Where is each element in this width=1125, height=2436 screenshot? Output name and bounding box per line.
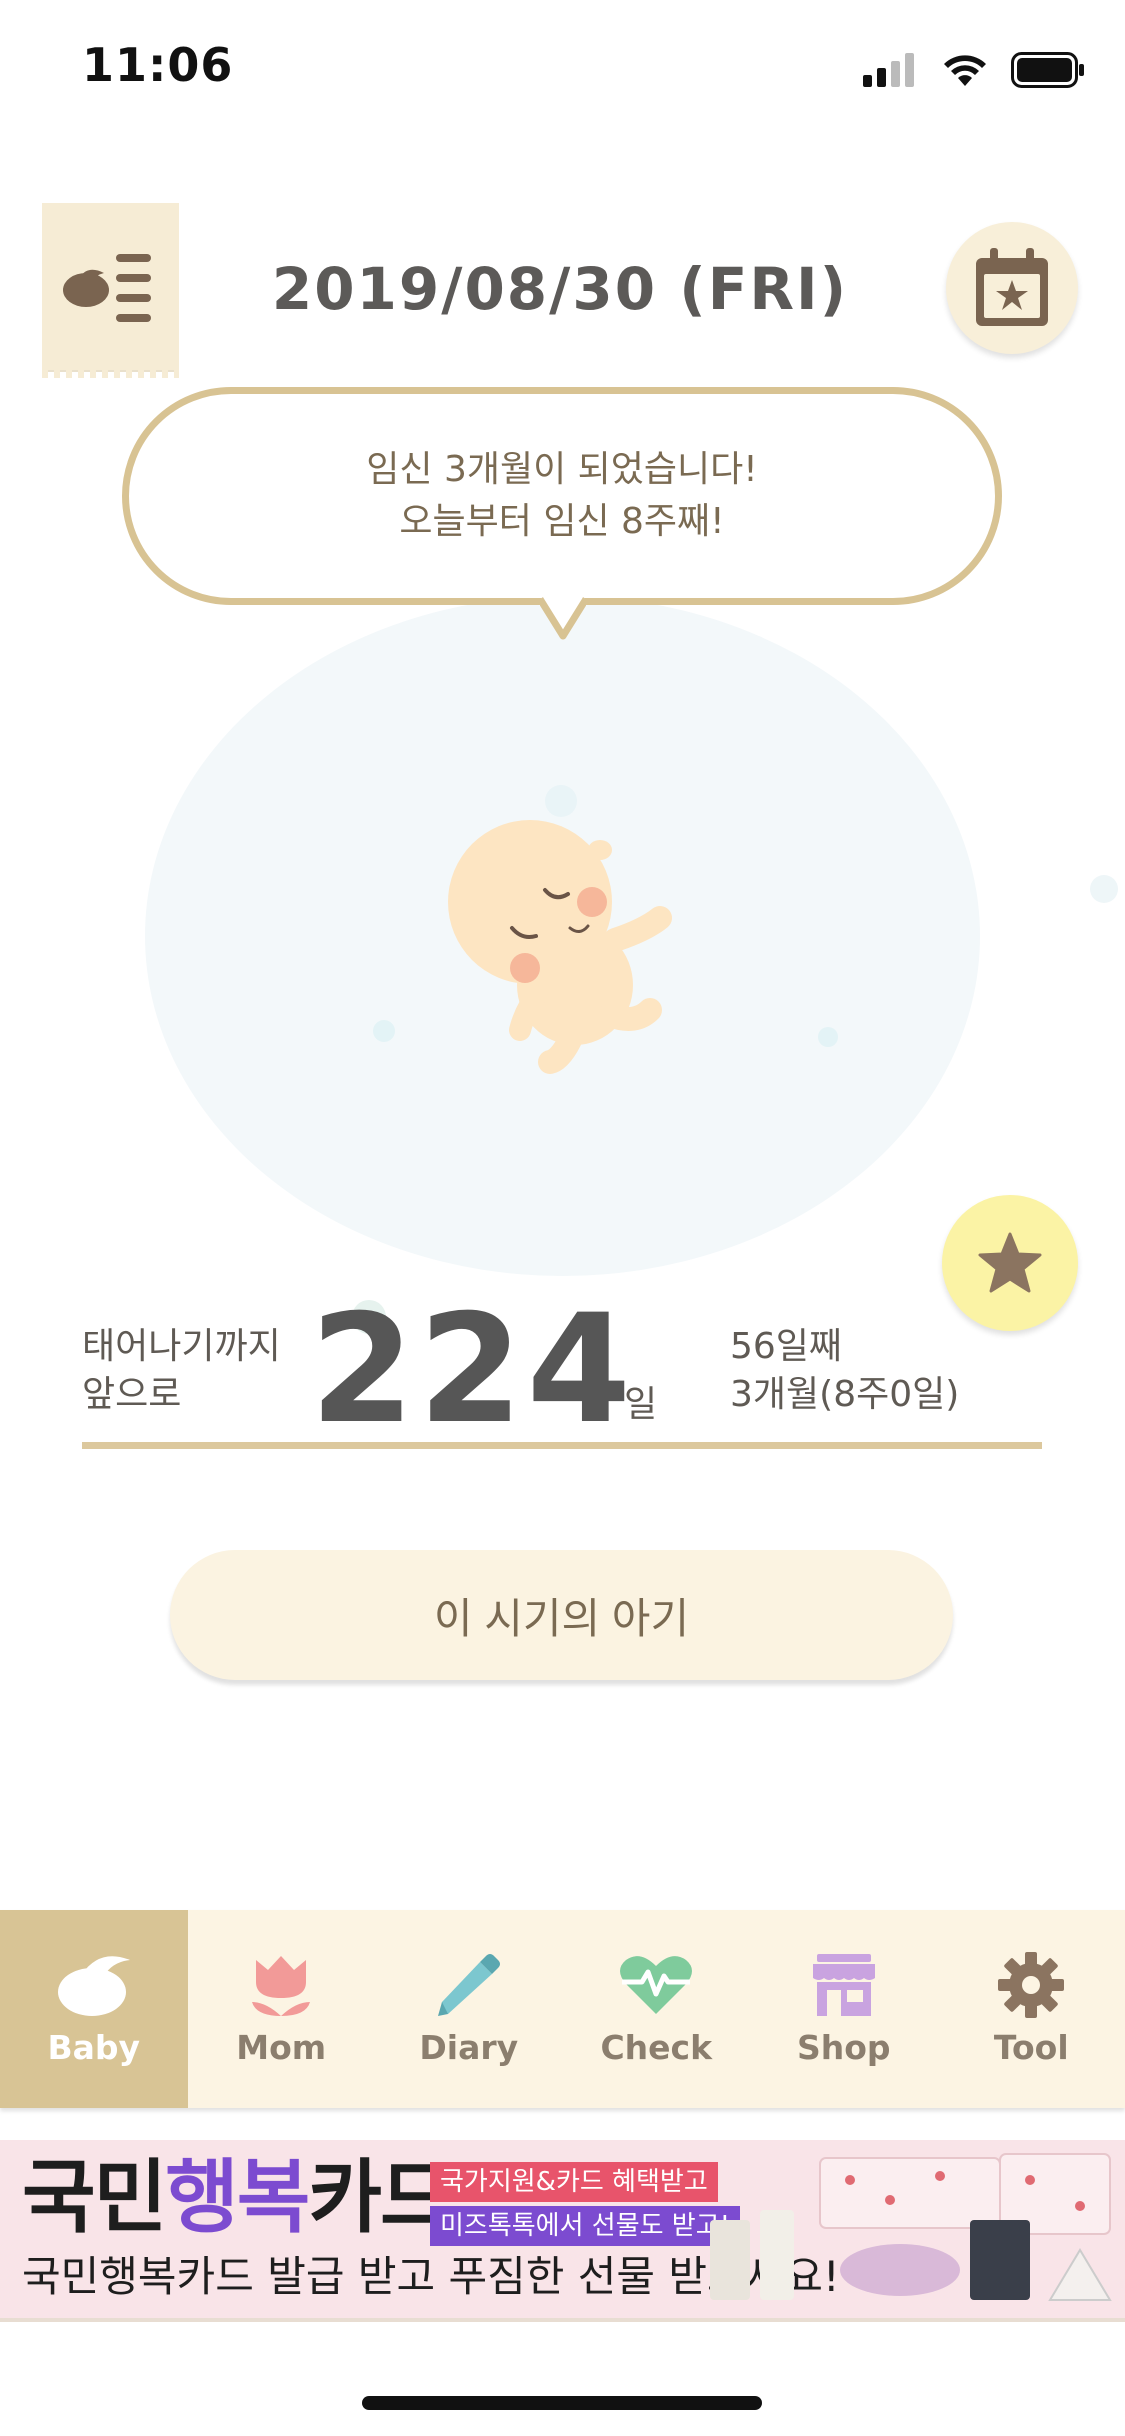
gear-icon — [998, 1951, 1065, 2018]
tab-label: Mom — [236, 2027, 327, 2067]
bubble-dot — [818, 1027, 838, 1047]
status-time: 11:06 — [82, 38, 234, 92]
milestone-line2: 오늘부터 임신 8주째! — [399, 501, 725, 542]
favorite-button[interactable] — [942, 1195, 1078, 1331]
menu-bird-icon — [63, 254, 151, 322]
calendar-button[interactable] — [946, 222, 1078, 354]
milestone-line1: 임신 3개월이 되었습니다! — [366, 449, 758, 490]
pregnancy-progress: 56일째 3개월(8주0일) — [730, 1323, 959, 1419]
tab-label: Diary — [419, 2027, 519, 2067]
countdown-label: 태어나기까지 앞으로 — [82, 1323, 281, 1419]
divider — [82, 1442, 1042, 1449]
tab-tool[interactable]: Tool — [938, 1910, 1125, 2108]
star-icon — [978, 1232, 1042, 1293]
ad-title-highlight: 행복 — [165, 2151, 310, 2244]
wifi-icon — [944, 55, 986, 86]
milestone-speech-bubble: 임신 3개월이 되었습니다! 오늘부터 임신 8주째! — [122, 387, 1002, 605]
ad-badge-benefit: 국가지원&카드 혜택받고 — [430, 2162, 718, 2202]
bubble-tail — [540, 596, 586, 640]
bottom-tab-bar: Baby Mom Diary Check Shop Tool — [0, 1910, 1125, 2108]
day-count: 56일째 — [730, 1326, 843, 1367]
countdown-label-line2: 앞으로 — [82, 1374, 182, 1415]
tab-label: Shop — [796, 2027, 891, 2067]
tab-label: Baby — [47, 2027, 141, 2067]
shop-icon — [812, 1953, 875, 2016]
tab-diary[interactable]: Diary — [375, 1910, 563, 2108]
days-left-number: 224 — [310, 1283, 636, 1457]
ad-badge-gift: 미즈톡톡에서 선물도 받고! — [430, 2206, 741, 2246]
tab-shop[interactable]: Shop — [750, 1910, 938, 2108]
tab-check[interactable]: Check — [563, 1910, 751, 2108]
battery-icon — [1011, 52, 1084, 88]
tulip-icon — [252, 1955, 311, 2016]
tab-label: Check — [600, 2027, 713, 2067]
ad-title-part1: 국민 — [22, 2151, 167, 2244]
tab-mom[interactable]: Mom — [188, 1910, 376, 2108]
heart-pulse-icon — [620, 1955, 693, 2014]
menu-button[interactable] — [42, 203, 179, 378]
ad-banner[interactable]: 국민행복카드 국가지원&카드 혜택받고 미즈톡톡에서 선물도 받고! 국민행복카… — [0, 2140, 1125, 2322]
countdown-label-line1: 태어나기까지 — [82, 1326, 281, 1367]
bubble-dot — [373, 1020, 395, 1042]
current-date: 2019/08/30 (FRI) — [271, 255, 849, 323]
ad-gift-products-image — [710, 2153, 1112, 2301]
sleeping-baby-image — [448, 820, 672, 1074]
pencil-icon — [437, 1953, 500, 2016]
this-period-baby-button[interactable]: 이 시기의 아기 — [170, 1550, 953, 1680]
month-week: 3개월(8주0일) — [730, 1374, 960, 1415]
tab-baby[interactable]: Baby — [0, 1910, 188, 2108]
tab-label: Tool — [993, 2027, 1069, 2067]
days-unit: 일 — [624, 1384, 658, 1425]
bubble-dot — [1090, 875, 1118, 903]
home-indicator[interactable] — [362, 2396, 762, 2410]
status-icons — [863, 50, 1085, 90]
calendar-star-icon — [976, 248, 1048, 326]
ad-title: 국민행복카드 — [22, 2151, 454, 2244]
baby-bird-icon — [57, 1955, 130, 2016]
signal-icon — [863, 53, 914, 87]
